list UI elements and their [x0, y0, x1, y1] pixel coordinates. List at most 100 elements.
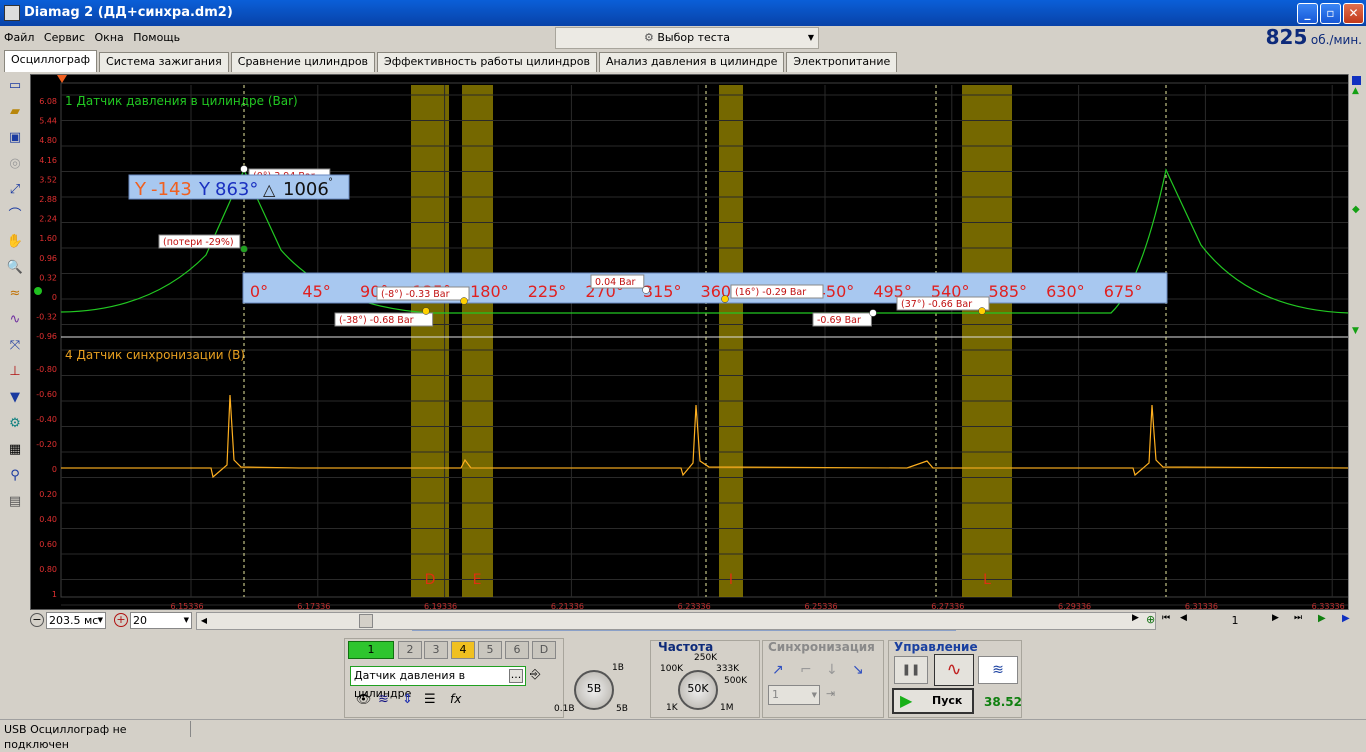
zone-band — [719, 85, 743, 597]
first-page-icon[interactable]: ⏮ — [1162, 613, 1170, 623]
tab-oscilloscope[interactable]: Осциллограф — [4, 50, 98, 72]
frequency-knob[interactable]: 50K — [678, 670, 718, 710]
channel-2-button[interactable]: 2 — [398, 641, 422, 659]
level-line-icon[interactable]: ⊥ — [4, 362, 26, 382]
zone-band — [462, 85, 493, 597]
minimize-button[interactable]: _ — [1297, 3, 1318, 24]
function-icon[interactable]: fx — [450, 692, 461, 706]
add-page-icon[interactable]: ⊕ — [1146, 613, 1155, 626]
auto-scale-icon[interactable]: ◎ — [4, 154, 26, 174]
loss-annotation: (потери -29%) — [163, 237, 234, 248]
next-page-icon[interactable]: ▶ — [1272, 613, 1279, 623]
window-title: Diamag 2 (ДД+синхра.dm2) — [24, 5, 233, 20]
single-wave-button[interactable]: ∿ — [934, 654, 974, 686]
scroll-down-icon[interactable]: ▼ — [1352, 326, 1359, 336]
hand-pan-icon[interactable]: ✋ — [4, 232, 26, 252]
sensor-more-button[interactable]: ... — [509, 669, 523, 683]
auto-icon[interactable]: ⚲ — [4, 466, 26, 486]
channel-d-button[interactable]: D — [532, 641, 556, 659]
waveform-icon[interactable]: ≈ — [4, 284, 26, 304]
scroll-up-icon[interactable]: ▲ — [1352, 86, 1359, 96]
sync-arrows-icon[interactable]: ⇥ — [826, 687, 835, 700]
x-tick: 6.17336 — [297, 602, 330, 611]
vertical-scale-icon[interactable]: ⇕ — [402, 692, 413, 707]
sine-wave-icon[interactable]: ∿ — [4, 310, 26, 330]
engine-icon[interactable]: ⚙ — [4, 414, 26, 434]
signal-icon[interactable]: ≋ — [378, 692, 389, 707]
pause-button[interactable]: ❚❚ — [894, 656, 928, 684]
scroll-right-icon[interactable]: ▶ — [1132, 613, 1139, 623]
zoom-out-icon[interactable]: − — [30, 613, 44, 627]
multi-wave-button[interactable]: ≋ — [978, 656, 1018, 684]
angle-tick: 630° — [1046, 282, 1085, 301]
zone-band — [411, 85, 449, 597]
timebase-field[interactable]: 203.5 мс ▼ — [46, 612, 106, 629]
start-button[interactable]: ▶ Пуск — [892, 688, 974, 714]
scale-field[interactable]: 20 ▼ — [130, 612, 192, 629]
eye-icon[interactable]: 👁 — [356, 692, 371, 706]
menu-windows[interactable]: Окна — [95, 31, 124, 44]
tab-power[interactable]: Электропитание — [786, 52, 898, 72]
probe-icon[interactable]: ⎆ — [530, 667, 540, 682]
menu-bar: Файл Сервис Окна Помощь — [0, 28, 540, 48]
tab-pressure-analysis[interactable]: Анализ давления в цилиндре — [598, 52, 785, 72]
sync-step-up-icon[interactable]: ⌐ — [800, 662, 812, 678]
freq-label-500k: 500K — [724, 676, 748, 686]
sync-step-down-icon[interactable]: ↓ — [826, 662, 838, 678]
start-label: Пуск — [932, 694, 963, 707]
level-diamond-icon[interactable]: ◆ — [1352, 204, 1360, 215]
sync-trace — [61, 394, 1350, 479]
prev-page-icon[interactable]: ◀ — [1180, 613, 1187, 623]
time-scrollbar[interactable]: ◀ — [196, 612, 1156, 630]
y-tick-ch1: 4.80 — [39, 136, 57, 145]
right-scrollbar[interactable]: ▲ ◆ ▼ — [1348, 74, 1364, 610]
menu-help[interactable]: Помощь — [133, 31, 180, 44]
panel-splitter[interactable] — [412, 630, 956, 635]
menu-file[interactable]: Файл — [4, 31, 34, 44]
arc-measure-icon[interactable]: ⌒ — [4, 206, 26, 226]
cursor-2-value: 863° — [215, 179, 258, 200]
menu-service[interactable]: Сервис — [44, 31, 85, 44]
open-folder-icon[interactable]: ▰ — [4, 102, 26, 122]
channel-6-button[interactable]: 6 — [505, 641, 529, 659]
channel-5-button[interactable]: 5 — [478, 641, 502, 659]
scroll-thumb[interactable] — [359, 614, 373, 628]
filter-icon[interactable]: ▼ — [4, 388, 26, 408]
oscilloscope-display[interactable]: 6.08 5.44 4.80 4.16 3.52 2.88 2.24 1.60 0.96 0.32… — [30, 74, 1356, 611]
channel-4-button[interactable]: 4 — [451, 641, 475, 659]
sync-channel-select[interactable]: 1 ▼ — [768, 685, 820, 705]
page-number[interactable]: 1 — [1200, 612, 1270, 629]
save-icon[interactable]: ▣ — [4, 128, 26, 148]
play-blue-icon[interactable]: ▶ — [1342, 613, 1350, 624]
maximize-button[interactable]: ▫ — [1320, 3, 1341, 24]
close-button[interactable]: ✕ — [1343, 3, 1364, 24]
table-icon[interactable]: ▦ — [4, 440, 26, 460]
scroll-left-icon[interactable]: ◀ — [197, 613, 211, 629]
new-file-icon[interactable]: ▭ — [4, 76, 26, 96]
status-divider — [190, 721, 191, 737]
y-tick-ch4: 0.20 — [39, 490, 57, 499]
channel-1-button[interactable]: 1 — [348, 641, 394, 659]
tab-cylinder-compare[interactable]: Сравнение цилиндров — [230, 52, 376, 72]
channel-marker-icon — [1352, 76, 1361, 85]
channel-3-button[interactable]: 3 — [424, 641, 448, 659]
zoom-in-icon[interactable]: + — [114, 613, 128, 627]
annotation-e: -0.69 Bar — [817, 315, 861, 326]
channel-1-label: 1 Датчик давления в цилиндре (Bar) — [65, 94, 298, 108]
zoom-icon[interactable]: 🔍 — [4, 258, 26, 278]
x-tick: 6.31336 — [1185, 602, 1218, 611]
sensor-select[interactable]: Датчик давления в цилиндре ... — [350, 666, 526, 700]
tab-ignition[interactable]: Система зажигания — [99, 52, 229, 72]
tab-cylinder-efficiency[interactable]: Эффективность работы цилиндров — [377, 52, 597, 72]
cursor-measure-icon[interactable]: ⤢ — [4, 180, 26, 200]
play-green-icon[interactable]: ▶ — [1318, 613, 1326, 624]
sync-rising-icon[interactable]: ↗ — [772, 662, 784, 678]
report-icon[interactable]: ▤ — [4, 492, 26, 512]
y-tick-ch4: -0.40 — [36, 415, 57, 424]
grid-lines-icon[interactable]: ☰ — [424, 692, 436, 707]
voltage-knob[interactable]: 5В — [574, 670, 614, 710]
scale-arrows-icon[interactable]: ⤧ — [4, 336, 26, 356]
last-page-icon[interactable]: ⏭ — [1294, 613, 1302, 623]
sync-auto-icon[interactable]: ↘ — [852, 662, 864, 678]
test-select-dropdown[interactable]: ⚙ Выбор теста ▼ — [555, 27, 819, 49]
